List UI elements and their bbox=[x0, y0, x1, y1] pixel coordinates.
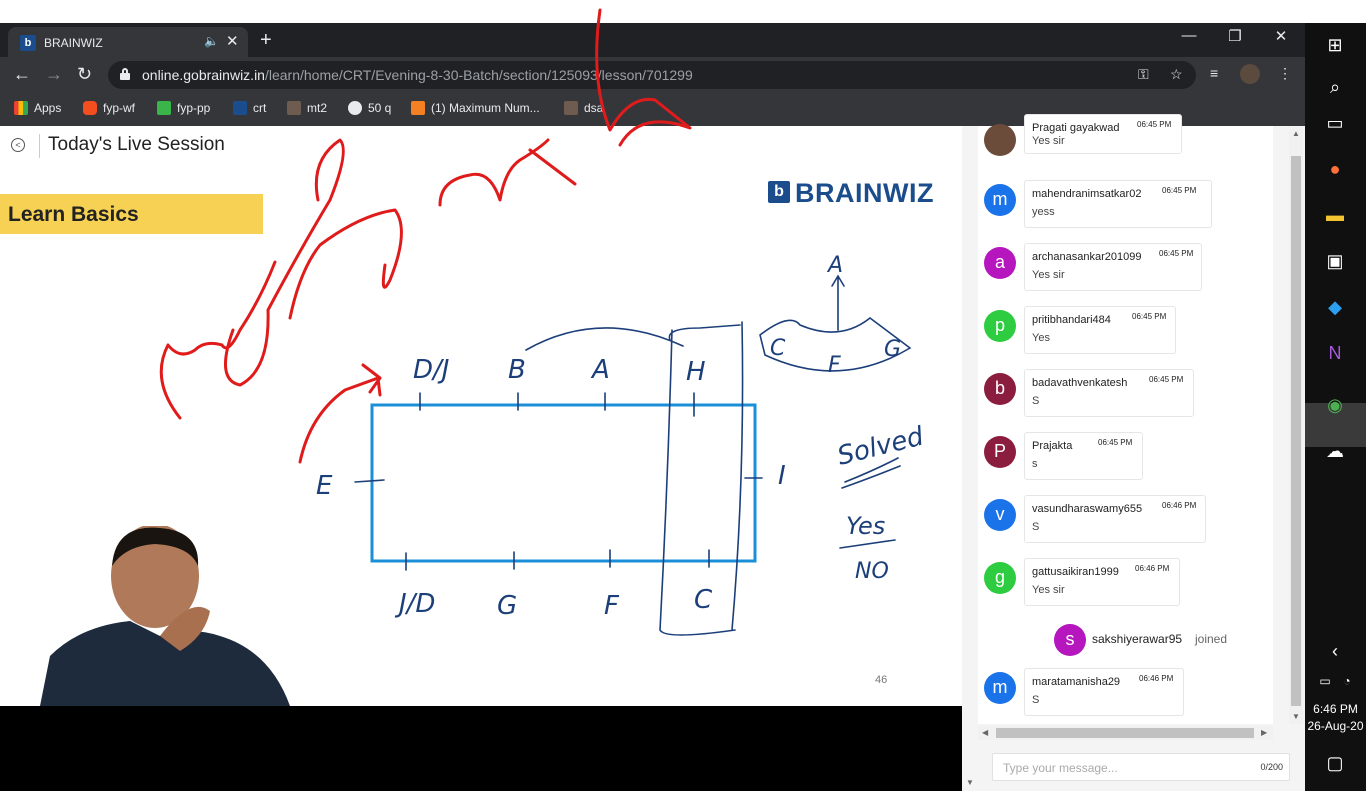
browser-toolbar: ← → ↻ online.gobrainwiz.in/learn/home/CR… bbox=[0, 57, 1305, 93]
panel-scroll-down-icon[interactable]: ▼ bbox=[966, 778, 974, 787]
windows-taskbar: ⊞ ⌕ ▭ ● ▬ ▣ ◆ N ◉ ☁ ‹ ▭ ◔ 6:46 PM 26-Aug… bbox=[1305, 23, 1366, 791]
message-bubble: gattusaikiran1999 06:46 PM Yes sir bbox=[1024, 558, 1180, 606]
top-blank-strip bbox=[0, 0, 1305, 23]
restore-button[interactable]: ❐ bbox=[1212, 27, 1258, 45]
slide-number: 46 bbox=[875, 674, 888, 686]
message-bubble: archanasankar201099 06:45 PM Yes sir bbox=[1024, 243, 1202, 291]
presentation-slide: Learn Basics b BRAINWIZ 46 bbox=[0, 166, 962, 706]
scroll-down-arrow-icon[interactable]: ▼ bbox=[1292, 712, 1300, 721]
chevron-left-icon[interactable]: ‹ bbox=[1323, 639, 1347, 663]
avatar bbox=[984, 124, 1016, 156]
bookmark-fyp-pp[interactable]: fyp-pp bbox=[157, 101, 210, 115]
speaker-icon[interactable]: 🔈 bbox=[204, 34, 219, 48]
stackoverflow-icon bbox=[411, 101, 425, 115]
firefox-icon[interactable]: ● bbox=[1323, 157, 1347, 181]
task-view-icon[interactable]: ▭ bbox=[1323, 111, 1347, 135]
url-text[interactable]: online.gobrainwiz.in/learn/home/CRT/Even… bbox=[142, 67, 693, 83]
avatar: g bbox=[984, 562, 1016, 594]
wifi-icon[interactable]: ◔ bbox=[1335, 669, 1359, 693]
avatar: p bbox=[984, 310, 1016, 342]
windows-start-icon[interactable]: ⊞ bbox=[1323, 33, 1347, 57]
bookmark-dsa[interactable]: dsa bbox=[564, 101, 603, 115]
globe-icon bbox=[348, 101, 362, 115]
header-divider bbox=[39, 134, 40, 158]
profile-avatar[interactable] bbox=[1240, 64, 1260, 84]
search-icon[interactable]: ⌕ bbox=[1323, 75, 1347, 99]
back-button[interactable]: ← bbox=[13, 64, 31, 85]
cc-icon bbox=[564, 101, 578, 115]
message-bubble: pritibhandari484 06:45 PM Yes bbox=[1024, 306, 1176, 354]
apps-grid-icon bbox=[14, 101, 28, 115]
message-field[interactable] bbox=[1003, 759, 1243, 777]
avatar: P bbox=[984, 436, 1016, 468]
bookmark-50q[interactable]: 50 q bbox=[348, 101, 391, 115]
scroll-left-arrow-icon[interactable]: ◀ bbox=[982, 728, 988, 737]
brainwiz-favicon-icon: b bbox=[20, 35, 36, 51]
star-icon[interactable]: ☆ bbox=[1170, 66, 1183, 83]
battery-icon[interactable]: ▭ bbox=[1313, 669, 1337, 693]
file-explorer-icon[interactable]: ▬ bbox=[1323, 203, 1347, 227]
photos-icon[interactable]: ☁ bbox=[1323, 439, 1347, 463]
brainwiz-logo-icon: b bbox=[768, 181, 790, 203]
message-bubble: vasundharaswamy655 06:46 PM S bbox=[1024, 495, 1206, 543]
minimize-button[interactable]: — bbox=[1166, 27, 1212, 44]
bookmark-crt[interactable]: crt bbox=[233, 101, 266, 115]
page-header: < Today's Live Session bbox=[0, 126, 962, 165]
presenter-video bbox=[40, 526, 290, 706]
figma-icon bbox=[83, 101, 97, 115]
forward-button[interactable]: → bbox=[45, 64, 63, 85]
terminal-icon[interactable]: ▣ bbox=[1323, 249, 1347, 273]
media-queue-icon[interactable]: ≡ bbox=[1210, 65, 1218, 81]
close-window-button[interactable]: ✕ bbox=[1258, 27, 1304, 45]
message-bubble: Prajakta 06:45 PM s bbox=[1024, 432, 1143, 480]
page-title: Today's Live Session bbox=[48, 134, 225, 155]
lock-icon bbox=[120, 68, 130, 80]
avatar: m bbox=[984, 672, 1016, 704]
slide-banner: Learn Basics bbox=[0, 194, 263, 234]
address-bar[interactable]: online.gobrainwiz.in/learn/home/CRT/Even… bbox=[108, 61, 1196, 89]
chat-vertical-scrollbar[interactable]: ▲ ▼ bbox=[1289, 126, 1303, 724]
brainwiz-icon bbox=[233, 101, 247, 115]
scroll-right-arrow-icon[interactable]: ▶ bbox=[1261, 728, 1267, 737]
taskbar-clock[interactable]: 6:46 PM 26-Aug-20 bbox=[1305, 701, 1366, 735]
message-bubble: mahendranimsatkar02 06:45 PM yess bbox=[1024, 180, 1212, 228]
message-bubble: Pragati gayakwad 06:45 PM Yes sir bbox=[1024, 114, 1182, 154]
avatar: m bbox=[984, 184, 1016, 216]
chat-message-input[interactable]: 0/200 bbox=[992, 753, 1290, 781]
notification-icon[interactable]: ▢ bbox=[1323, 751, 1347, 775]
scroll-up-arrow-icon[interactable]: ▲ bbox=[1292, 129, 1300, 138]
bookmark-apps[interactable]: Apps bbox=[14, 101, 61, 115]
bookmark-mt2[interactable]: mt2 bbox=[287, 101, 327, 115]
onenote-icon[interactable]: N bbox=[1323, 341, 1347, 365]
pd-icon bbox=[157, 101, 171, 115]
avatar: v bbox=[984, 499, 1016, 531]
chrome-icon[interactable]: ◉ bbox=[1323, 393, 1347, 417]
tab-title: BRAINWIZ bbox=[44, 36, 103, 50]
avatar: a bbox=[984, 247, 1016, 279]
tab-strip: b BRAINWIZ 🔈 ✕ + — ❐ ✕ bbox=[0, 23, 1305, 57]
page-content: < Today's Live Session Learn Basics b BR… bbox=[0, 126, 962, 791]
new-tab-button[interactable]: + bbox=[260, 29, 272, 52]
browser-chrome: b BRAINWIZ 🔈 ✕ + — ❐ ✕ ← → ↻ online.gobr… bbox=[0, 23, 1305, 126]
avatar: s bbox=[1054, 624, 1086, 656]
cc-icon bbox=[287, 101, 301, 115]
browser-tab[interactable]: b BRAINWIZ 🔈 ✕ bbox=[8, 27, 248, 57]
message-bubble: badavathvenkatesh 06:45 PM S bbox=[1024, 369, 1194, 417]
chat-messages[interactable]: Pragati gayakwad 06:45 PM Yes sir m mahe… bbox=[978, 114, 1273, 724]
chat-horizontal-scrollbar[interactable]: ◀ ▶ bbox=[978, 726, 1273, 740]
close-tab-icon[interactable]: ✕ bbox=[226, 32, 239, 50]
reload-button[interactable]: ↻ bbox=[77, 64, 92, 85]
bookmark-maximum-num[interactable]: (1) Maximum Num... bbox=[411, 101, 540, 115]
char-counter: 0/200 bbox=[1260, 762, 1283, 772]
back-arrow-icon[interactable]: < bbox=[11, 138, 25, 152]
scroll-thumb[interactable] bbox=[1291, 156, 1301, 706]
avatar: b bbox=[984, 373, 1016, 405]
bookmark-fyp-wf[interactable]: fyp-wf bbox=[83, 101, 135, 115]
vscode-icon[interactable]: ◆ bbox=[1323, 295, 1347, 319]
scroll-thumb[interactable] bbox=[996, 728, 1254, 738]
message-bubble: maratamanisha29 06:46 PM S bbox=[1024, 668, 1184, 716]
chat-panel: Pragati gayakwad 06:45 PM Yes sir m mahe… bbox=[962, 114, 1305, 791]
key-icon[interactable]: ⚿ bbox=[1138, 66, 1149, 83]
menu-kebab-icon[interactable]: ⋮ bbox=[1278, 65, 1292, 82]
